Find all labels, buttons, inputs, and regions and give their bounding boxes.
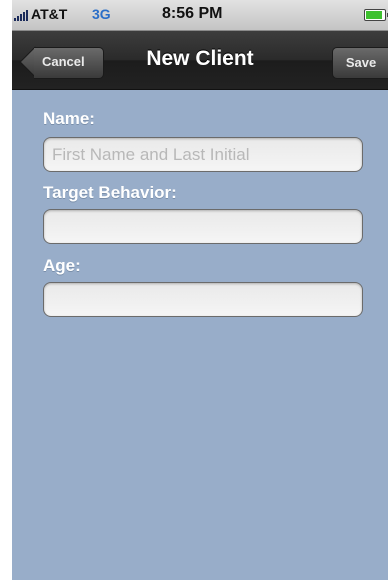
network-type-label: 3G <box>92 6 111 22</box>
carrier-label: AT&T <box>31 6 68 22</box>
name-label: Name: <box>43 109 95 128</box>
save-button[interactable]: Save <box>332 47 388 79</box>
target-behavior-input[interactable] <box>43 209 363 244</box>
age-label: Age: <box>43 256 81 275</box>
battery-level <box>366 11 383 19</box>
signal-strength-icon <box>14 9 30 21</box>
battery-icon <box>364 9 388 21</box>
navigation-bar: Cancel New Client Save <box>12 31 388 90</box>
age-input[interactable] <box>43 282 363 317</box>
status-bar: AT&T 3G 8:56 PM <box>12 0 388 31</box>
name-input[interactable] <box>43 137 363 172</box>
status-time: 8:56 PM <box>162 5 223 22</box>
target-behavior-label: Target Behavior: <box>43 183 177 202</box>
phone-screen: AT&T 3G 8:56 PM Cancel New Client Save N… <box>12 0 388 580</box>
save-button-label: Save <box>345 55 377 70</box>
